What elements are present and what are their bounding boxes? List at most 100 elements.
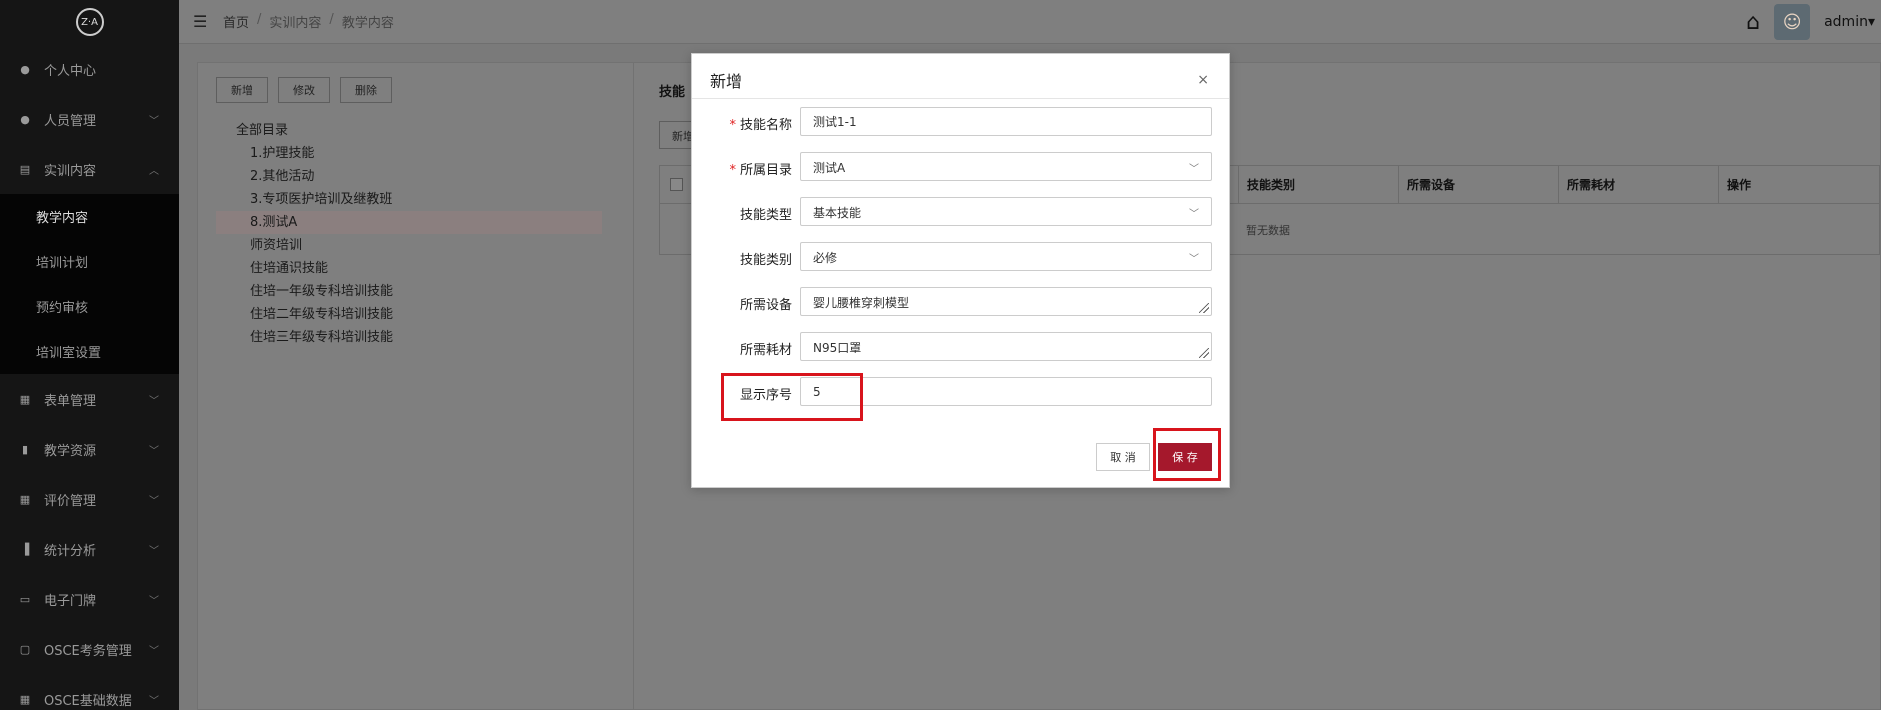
form-row-skill-category: 技能类别 必修 ﹀ (692, 242, 1231, 272)
breadcrumb-teaching-content: 教学内容 (341, 16, 394, 31)
directory-select[interactable]: 测试A ﹀ (800, 152, 1212, 181)
skill-name-label: * 技能名称 (729, 114, 792, 133)
close-icon[interactable]: × (1197, 72, 1209, 88)
skill-name-input[interactable] (800, 107, 1212, 136)
form-icon: ▦ (19, 392, 31, 406)
form-row-directory: * 所属目录 测试A ﹀ (692, 152, 1231, 182)
skill-category-select-value: 必修 (813, 251, 838, 265)
skill-type-select-value: 基本技能 (813, 206, 862, 220)
chevron-down-icon: ﹀ (1189, 209, 1199, 220)
breadcrumb-separator: / (257, 12, 262, 27)
form-row-consumables: 所需耗材 N95口罩 (692, 332, 1231, 362)
add-directory-button[interactable]: 新增 (216, 77, 268, 103)
directory-label: * 所属目录 (729, 159, 792, 178)
select-all-checkbox[interactable] (670, 178, 683, 191)
sidebar-item-label: 个人中心 (44, 63, 97, 79)
resize-handle-icon[interactable] (1199, 303, 1209, 313)
top-bar: ☰ 首页 / 实训内容 / 教学内容 ⌂ ☺ admin▾ (179, 0, 1881, 44)
equipment-value: 婴儿腰椎穿刺模型 (813, 296, 910, 310)
tree-node[interactable]: 住培通识技能 (216, 257, 602, 280)
delete-directory-button[interactable]: 删除 (340, 77, 392, 103)
tree-root[interactable]: 全部目录 (216, 119, 602, 142)
consumables-label: 所需耗材 (739, 343, 792, 358)
sidebar-item-teaching-resources[interactable]: ▮ 教学资源 ﹀ (0, 424, 179, 474)
add-skill-dialog: 新增 × *技能名称 *所属目录 测试A ﹀ 技能类型 基本技能 ﹀ 技能类别 … (691, 53, 1230, 488)
chevron-down-icon: ﹀ (149, 696, 159, 707)
user-icon: ● (20, 62, 30, 76)
username: admin (1824, 14, 1868, 30)
document-icon: ▢ (19, 642, 31, 656)
users-icon: ● (20, 112, 30, 126)
sidebar-item-label: 实训内容 (44, 163, 97, 179)
sidebar-item-door-sign[interactable]: ▭ 电子门牌 ﹀ (0, 574, 179, 624)
skills-panel-title: 技能 (659, 85, 686, 100)
skill-category-select[interactable]: 必修 ﹀ (800, 242, 1212, 271)
tree-node[interactable]: 住培一年级专科培训技能 (216, 280, 602, 303)
cancel-button[interactable]: 取 消 (1096, 443, 1150, 471)
sidebar-item-training-content[interactable]: ▤ 实训内容 ︿ (0, 144, 179, 194)
skill-type-label: 技能类型 (739, 208, 792, 223)
dialog-title: 新增 (710, 72, 743, 91)
chevron-down-icon: ﹀ (149, 446, 159, 457)
sidebar-item-osce-base-data[interactable]: ▦ OSCE基础数据 ﹀ (0, 674, 179, 710)
menu-toggle-icon[interactable]: ☰ (193, 12, 209, 31)
skill-name-label-text: 技能名称 (739, 118, 792, 133)
app-logo[interactable]: Z·A (0, 0, 179, 44)
sidebar-item-label: OSCE基础数据 (44, 693, 132, 709)
breadcrumb-training-content[interactable]: 实训内容 (269, 12, 321, 31)
resize-handle-icon[interactable] (1199, 348, 1209, 358)
sidebar-item-evaluation[interactable]: ▦ 评价管理 ﹀ (0, 474, 179, 524)
column-header-actions: 操作 (1718, 166, 1881, 204)
dialog-header: 新增 × (692, 54, 1229, 99)
sidebar-item-statistics[interactable]: ▐ 统计分析 ﹀ (0, 524, 179, 574)
column-header-skill-category[interactable]: 技能类别 (1238, 166, 1398, 204)
consumables-textarea[interactable]: N95口罩 (800, 332, 1212, 361)
form-row-display-order: 显示序号 (692, 377, 1231, 407)
equipment-textarea[interactable]: 婴儿腰椎穿刺模型 (800, 287, 1212, 316)
tree-node[interactable]: 住培三年级专科培训技能 (216, 326, 602, 349)
directory-tree: 全部目录 1.护理技能 2.其他活动 3.专项医护培训及继教班 8.测试A 师资… (216, 119, 602, 349)
chevron-up-icon: ︿ (149, 166, 159, 177)
skill-type-select[interactable]: 基本技能 ﹀ (800, 197, 1212, 226)
sidebar-item-staff-management[interactable]: ● 人员管理 ﹀ (0, 94, 179, 144)
sidebar-item-osce-exam[interactable]: ▢ OSCE考务管理 ﹀ (0, 624, 179, 674)
sidebar-item-personal-center[interactable]: ● 个人中心 (0, 44, 179, 94)
sidebar-subitem-teaching-content[interactable]: 教学内容 (0, 194, 179, 239)
required-mark: * (729, 163, 736, 178)
home-icon[interactable]: ⌂ (1746, 10, 1760, 35)
skill-category-label: 技能类别 (739, 253, 792, 268)
breadcrumb-separator: / (329, 12, 334, 27)
tree-node[interactable]: 1.护理技能 (216, 142, 602, 165)
tree-node[interactable]: 2.其他活动 (216, 165, 602, 188)
chevron-down-icon: ﹀ (149, 546, 159, 557)
tree-node[interactable]: 3.专项医护培训及继教班 (216, 188, 602, 211)
display-order-input[interactable] (800, 377, 1212, 406)
column-header-consumables[interactable]: 所需耗材 (1558, 166, 1718, 204)
evaluation-icon: ▦ (19, 492, 31, 506)
directory-label-text: 所属目录 (739, 163, 792, 178)
empty-state: 暂无数据 (1246, 224, 1290, 237)
tree-node-selected[interactable]: 8.测试A (216, 211, 602, 234)
chevron-down-icon: ﹀ (149, 496, 159, 507)
breadcrumb-home[interactable]: 首页 (223, 12, 249, 31)
sidebar-subitem-training-plan[interactable]: 培训计划 (0, 239, 179, 284)
column-header-equipment[interactable]: 所需设备 (1398, 166, 1558, 204)
save-button[interactable]: 保 存 (1158, 443, 1212, 471)
logo-icon: Z·A (75, 8, 104, 36)
sidebar-subitem-booking-review[interactable]: 预约审核 (0, 284, 179, 329)
sidebar-subitem-room-settings[interactable]: 培训室设置 (0, 329, 179, 374)
display-order-label: 显示序号 (739, 388, 792, 403)
user-menu[interactable]: admin▾ (1824, 14, 1875, 30)
breadcrumb: 首页 / 实训内容 / 教学内容 (223, 12, 394, 31)
training-submenu: 教学内容 培训计划 预约审核 培训室设置 (0, 194, 179, 374)
sidebar-item-form-management[interactable]: ▦ 表单管理 ﹀ (0, 374, 179, 424)
training-icon: ▤ (19, 162, 31, 176)
avatar[interactable]: ☺ (1774, 4, 1811, 40)
sidebar-item-label: 表单管理 (44, 393, 97, 409)
required-mark: * (729, 118, 736, 133)
tree-node[interactable]: 师资培训 (216, 234, 602, 257)
bar-chart-icon: ▐ (20, 542, 30, 556)
form-row-equipment: 所需设备 婴儿腰椎穿刺模型 (692, 287, 1231, 317)
tree-node[interactable]: 住培二年级专科培训技能 (216, 303, 602, 326)
edit-directory-button[interactable]: 修改 (278, 77, 330, 103)
